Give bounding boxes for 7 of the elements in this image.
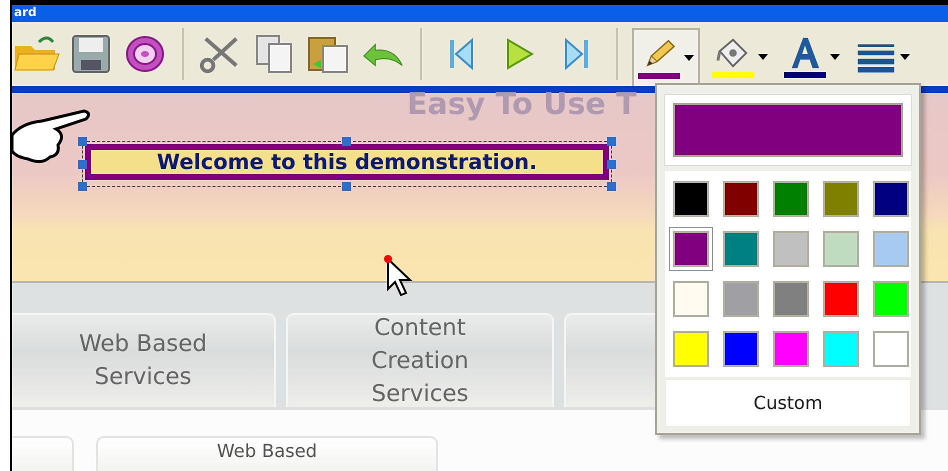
custom-color-button[interactable]: Custom [665,379,911,427]
text-box[interactable]: Welcome to this demonstration. [85,144,609,180]
banner-heading: Easy To Use T [407,87,637,122]
tab[interactable]: Content Creation Services [286,313,554,407]
tab[interactable]: Web Based [96,436,438,471]
tab[interactable]: Web Based Services [12,313,276,407]
window-title: ard [13,5,37,20]
